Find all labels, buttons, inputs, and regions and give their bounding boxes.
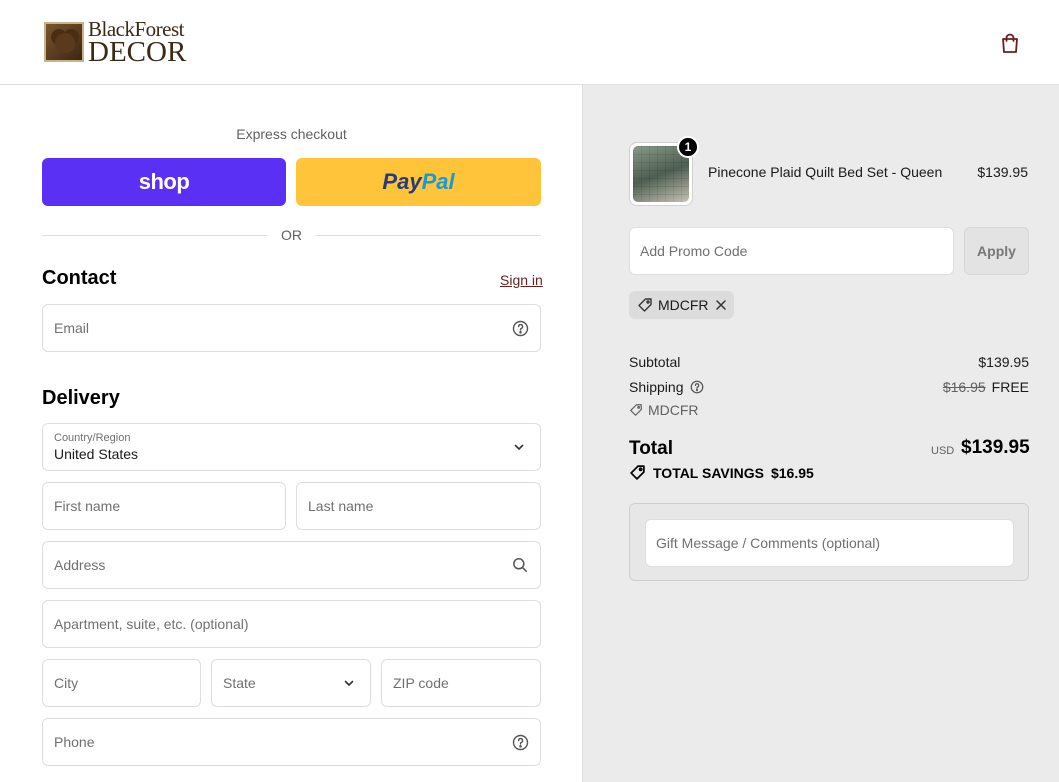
shop-pay-button[interactable]: shop (42, 158, 286, 206)
total-currency: USD (931, 445, 955, 457)
shipping-label: Shipping (629, 379, 684, 395)
shipping-row: Shipping $16.95 FREE (629, 379, 1029, 395)
search-icon (511, 556, 529, 574)
help-icon[interactable] (511, 733, 529, 751)
brand-wordmark: BlackForest DECOR (88, 19, 187, 68)
gift-message-input[interactable] (656, 535, 1003, 551)
contact-heading: Contact (42, 267, 117, 289)
applied-code-label: MDCFR (658, 297, 709, 313)
promo-code-field[interactable] (629, 227, 954, 275)
promo-code-input[interactable] (640, 243, 943, 259)
tag-icon (630, 465, 645, 480)
city-field[interactable] (42, 659, 201, 707)
divider-line (42, 234, 267, 236)
apartment-field[interactable] (42, 600, 541, 648)
country-select[interactable]: Country/Region United States (42, 423, 541, 471)
last-name-field[interactable] (296, 482, 541, 530)
help-icon[interactable] (511, 319, 529, 337)
subtotal-label: Subtotal (629, 354, 681, 370)
apartment-input[interactable] (54, 616, 529, 632)
product-price: $139.95 (977, 164, 1028, 180)
close-icon (715, 300, 726, 310)
shipping-original-price: $16.95 (942, 379, 986, 395)
product-name: Pinecone Plaid Quilt Bed Set - Queen (708, 164, 943, 180)
shopping-bag-icon (1002, 33, 1018, 53)
chevron-down-icon (344, 680, 354, 686)
cart-button[interactable] (998, 31, 1022, 55)
first-name-input[interactable] (54, 498, 274, 514)
zip-field[interactable] (381, 659, 541, 707)
state-select[interactable]: State (211, 659, 371, 707)
or-label: OR (281, 227, 302, 243)
state-placeholder: State (223, 675, 256, 691)
last-name-input[interactable] (308, 498, 529, 514)
tag-icon (630, 404, 642, 416)
or-divider: OR (42, 227, 541, 243)
site-header: BlackForest DECOR (0, 0, 1059, 85)
city-input[interactable] (54, 675, 189, 691)
phone-field[interactable] (42, 718, 541, 766)
help-icon[interactable] (690, 380, 704, 394)
total-value: $139.95 (961, 437, 1030, 458)
zip-input[interactable] (393, 675, 529, 691)
discount-code-label: MDCFR (648, 402, 699, 418)
phone-input[interactable] (54, 734, 511, 750)
apply-button[interactable]: Apply (964, 227, 1029, 275)
applied-discount-chip: MDCFR (629, 291, 734, 319)
order-summary: 1 Pinecone Plaid Quilt Bed Set - Queen $… (582, 85, 1059, 782)
brand-line2: DECOR (88, 35, 187, 68)
express-checkout-title: Express checkout (236, 126, 347, 142)
paypal-label-pal: Pal (421, 169, 455, 194)
first-name-field[interactable] (42, 482, 286, 530)
shipping-value: FREE (991, 379, 1029, 395)
country-label: Country/Region (54, 432, 131, 444)
shipping-value-group: $16.95 FREE (943, 379, 1029, 395)
subtotal-row: Subtotal $139.95 (629, 354, 1029, 370)
bear-logo-icon (44, 22, 84, 63)
brand-logo[interactable]: BlackForest DECOR (44, 19, 187, 68)
divider-line (316, 234, 541, 236)
total-savings: TOTAL SAVINGS $16.95 (629, 464, 814, 481)
tag-icon (638, 298, 652, 312)
shipping-discount-code: MDCFR (629, 402, 699, 418)
sign-in-link[interactable]: Sign in (500, 272, 543, 288)
country-value: United States (54, 446, 139, 462)
checkout-form: Express checkout shop Pay Pal OR Contact … (0, 85, 582, 782)
chevron-down-icon (514, 444, 524, 450)
quantity-badge: 1 (677, 136, 699, 158)
remove-discount-button[interactable] (714, 298, 728, 312)
subtotal-value: $139.95 (978, 354, 1029, 370)
paypal-button[interactable]: Pay Pal (296, 158, 541, 206)
email-input[interactable] (54, 320, 511, 336)
savings-label: TOTAL SAVINGS (653, 464, 764, 481)
shop-pay-label: shop (138, 169, 190, 194)
address-field[interactable] (42, 541, 541, 589)
savings-value: $16.95 (770, 464, 814, 481)
delivery-heading: Delivery (42, 387, 120, 409)
gift-message-box (629, 503, 1029, 581)
email-field[interactable] (42, 304, 541, 352)
total-label: Total (629, 438, 673, 459)
paypal-label-pay: Pay (382, 169, 422, 194)
address-input[interactable] (54, 557, 511, 573)
gift-message-field[interactable] (645, 519, 1014, 567)
